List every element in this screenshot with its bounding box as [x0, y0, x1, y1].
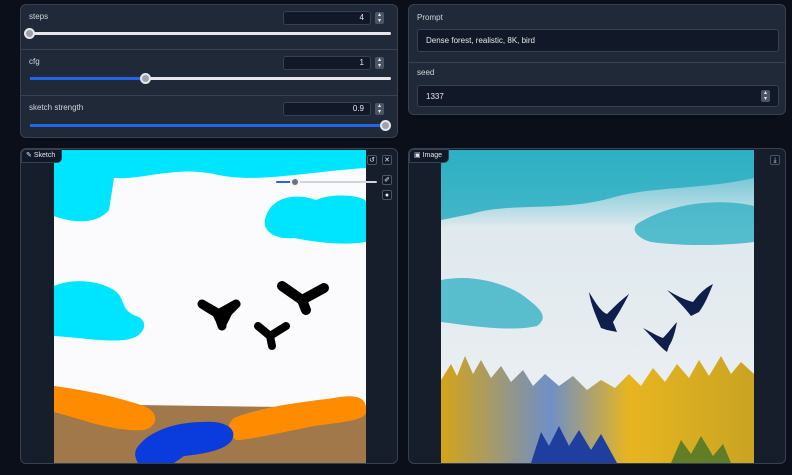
seed-stepper[interactable]: ▴ ▾	[761, 90, 770, 102]
steps-number-input[interactable]: 4	[283, 11, 371, 25]
output-image-render	[441, 150, 754, 463]
sketch-strength-number-input[interactable]: 0.9	[283, 102, 371, 116]
image-panel: ▣ Image ⤓	[408, 148, 786, 464]
undo-icon: ↺	[369, 157, 375, 164]
prompt-panel: Prompt Dense forest, realistic, 8K, bird…	[408, 4, 786, 115]
sketch-strength-control: sketch strength 0.9 ▴ ▾	[21, 96, 397, 139]
download-button[interactable]: ⤓	[770, 155, 780, 165]
palette-icon: ●	[384, 192, 390, 199]
steps-control: steps 4 ▴ ▾	[21, 5, 397, 49]
sketch-panel: ✎ Sketch ↺ ✕ ✐ ●	[20, 148, 398, 464]
steps-value: 4	[359, 13, 364, 22]
steps-slider[interactable]	[24, 28, 391, 39]
controls-panel: steps 4 ▴ ▾ cfg 1 ▴ ▾ sketch strength 0.9	[20, 4, 398, 138]
close-icon: ✕	[384, 157, 390, 164]
sketch-tab: ✎ Sketch	[21, 149, 63, 163]
prompt-text: Dense forest, realistic, 8K, bird	[426, 36, 535, 45]
sketch-strength-value: 0.9	[352, 104, 364, 113]
steps-stepper[interactable]: ▴ ▾	[375, 12, 384, 24]
image-tab-label: Image	[422, 152, 443, 159]
cfg-slider-thumb[interactable]	[139, 73, 151, 84]
chevron-down-icon: ▾	[377, 18, 381, 24]
brush-size-slider[interactable]	[276, 177, 377, 187]
output-image	[441, 150, 754, 463]
brush-icon: ✐	[384, 177, 390, 184]
sketch-strength-label: sketch strength	[29, 103, 84, 112]
image-tab: ▣ Image	[409, 149, 450, 163]
sketch-strength-slider[interactable]	[30, 120, 391, 131]
seed-label: seed	[417, 68, 435, 77]
download-icon: ⤓	[773, 157, 777, 164]
cfg-slider[interactable]	[30, 73, 391, 84]
sketch-strength-stepper[interactable]: ▴ ▾	[375, 103, 384, 115]
cfg-slider-fill	[30, 77, 146, 80]
clear-button[interactable]: ✕	[382, 155, 392, 165]
prompt-textarea[interactable]: Dense forest, realistic, 8K, bird	[417, 29, 779, 52]
chevron-down-icon: ▾	[763, 96, 767, 102]
sketch-canvas[interactable]	[54, 150, 366, 463]
sketch-drawing	[54, 150, 366, 463]
cfg-value: 1	[359, 58, 364, 67]
brush-button[interactable]: ✐	[382, 175, 392, 185]
seed-input[interactable]: 1337	[417, 85, 779, 107]
steps-label: steps	[29, 12, 49, 21]
undo-button[interactable]: ↺	[367, 155, 377, 165]
cfg-label: cfg	[29, 57, 40, 66]
color-button[interactable]: ●	[382, 190, 392, 200]
cfg-stepper[interactable]: ▴ ▾	[375, 57, 384, 69]
divider	[409, 62, 785, 63]
chevron-down-icon: ▾	[377, 109, 381, 115]
cfg-control: cfg 1 ▴ ▾	[21, 50, 397, 95]
sketch-strength-slider-fill	[30, 124, 386, 127]
pencil-icon: ✎	[26, 152, 32, 159]
steps-slider-thumb[interactable]	[24, 28, 35, 39]
sketch-strength-slider-thumb[interactable]	[380, 120, 391, 131]
prompt-label: Prompt	[417, 13, 443, 22]
cfg-number-input[interactable]: 1	[283, 56, 371, 70]
chevron-down-icon: ▾	[377, 63, 381, 69]
image-icon: ▣	[414, 152, 421, 159]
seed-value: 1337	[426, 92, 444, 101]
sketch-tab-label: Sketch	[33, 152, 56, 159]
